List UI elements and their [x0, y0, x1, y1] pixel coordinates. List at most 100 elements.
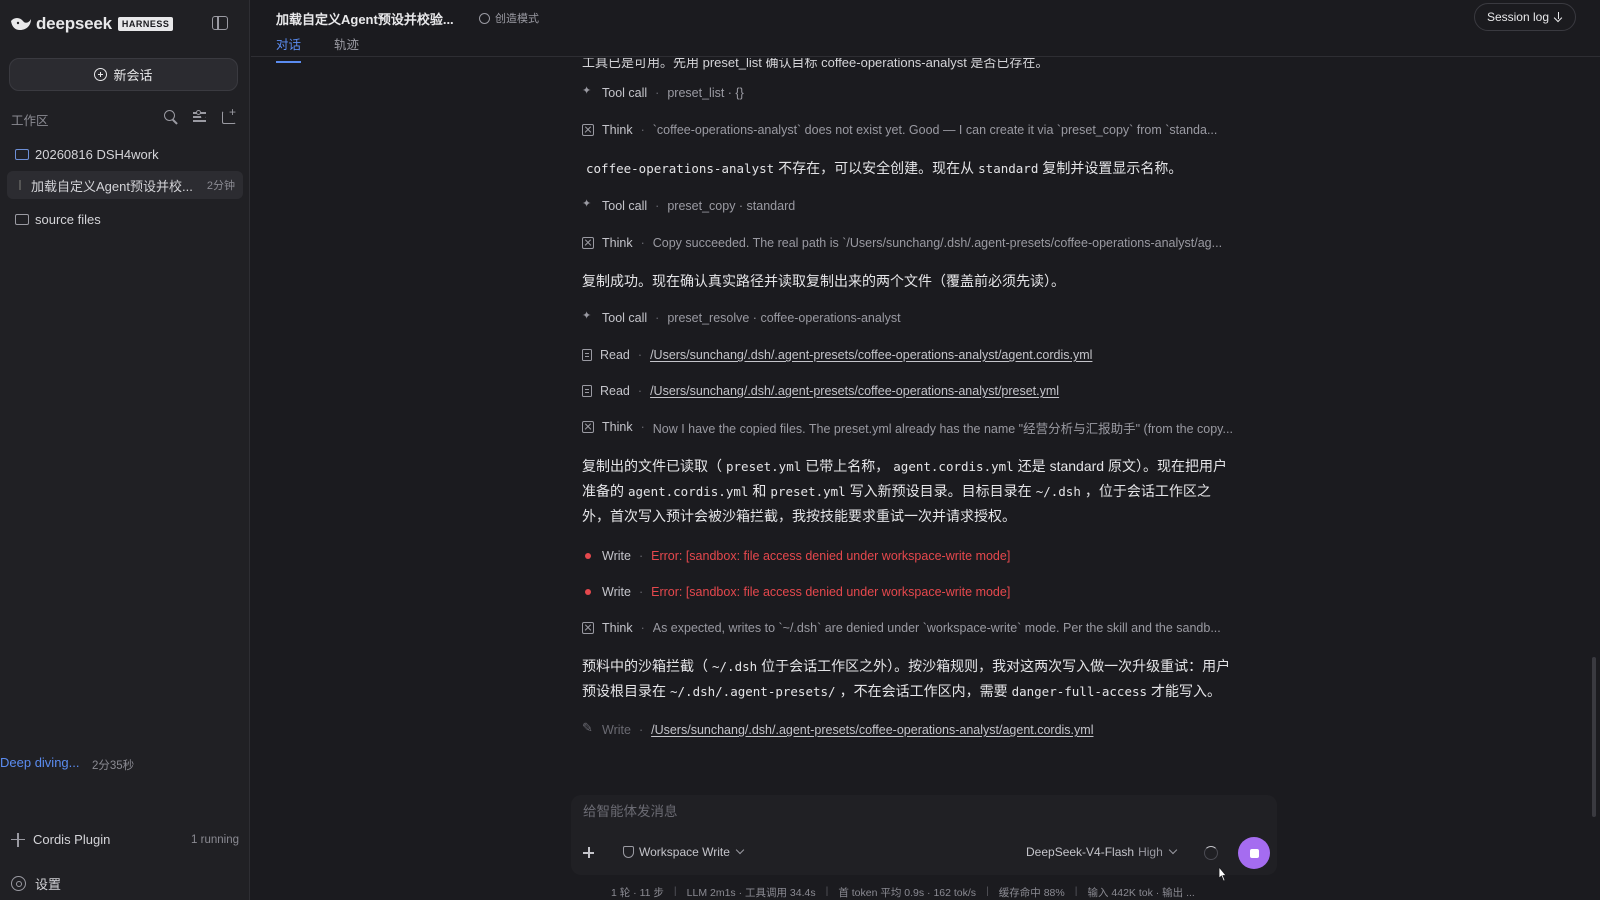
tab-chat[interactable]: 对话	[276, 34, 302, 63]
step-detail: preset_list · {}	[667, 86, 744, 100]
folder-icon	[15, 213, 29, 225]
step-separator: ·	[655, 86, 660, 100]
step-detail: preset_resolve · coffee-operations-analy…	[667, 311, 901, 325]
error-dot-icon	[585, 553, 591, 559]
pencil-icon	[582, 720, 594, 736]
message-text: 准备的	[582, 483, 624, 499]
document-icon	[582, 349, 592, 361]
step-separator: ·	[640, 420, 645, 434]
status-separator: |	[673, 885, 677, 897]
stop-icon	[1249, 848, 1259, 858]
tree-item-time: 2分钟	[206, 180, 235, 192]
assistant-message: 预料中的沙箱拦截（ ~/.dsh 位于会话工作区之外）。按沙箱规则，我对这两次写入做…	[582, 654, 1262, 704]
file-path-link[interactable]: /Users/sunchang/.dsh/.agent-presets/coff…	[650, 348, 1092, 362]
step-write-pending[interactable]: Write · /Users/sunchang/.dsh/.agent-pres…	[582, 720, 1262, 740]
model-select[interactable]: DeepSeek-V4-Flash High	[1026, 845, 1177, 859]
file-path-link[interactable]: /Users/sunchang/.dsh/.agent-presets/coff…	[650, 384, 1059, 398]
new-session-label: 新会话	[113, 68, 153, 83]
tab-trace[interactable]: 轨迹	[334, 34, 359, 63]
step-label: Read	[600, 384, 630, 398]
permission-select[interactable]: Workspace Write	[623, 845, 745, 859]
message-text: 复制出的文件已读取（	[582, 458, 722, 474]
step-separator: ·	[655, 199, 660, 213]
tree-item-label: 20260816 DSH4work	[35, 146, 159, 162]
message-text: 和	[752, 483, 767, 499]
status-timing: LLM 2m1s · 工具调用 34.4s	[686, 887, 816, 899]
clipped-message: 工具已是可用。先用 preset_list 确认目标 coffee-operat…	[582, 58, 1049, 70]
step-separator: ·	[655, 311, 660, 325]
step-think[interactable]: Think · `coffee-operations-analyst` does…	[582, 120, 1262, 140]
step-tool-call[interactable]: Tool call · preset_resolve · coffee-oper…	[582, 308, 1262, 328]
tree-item-workspace[interactable]: 20260816 DSH4work	[7, 140, 243, 168]
chevron-down-icon	[1168, 845, 1177, 855]
inline-code: ~/.dsh	[1035, 484, 1081, 499]
stop-button[interactable]	[1238, 837, 1270, 869]
mode-icon	[479, 12, 490, 24]
tree-item-label: 加载自定义Agent预设并校...	[31, 178, 193, 194]
step-think[interactable]: Think · Copy succeeded. The real path is…	[582, 233, 1262, 253]
message-text: 预料中的沙箱拦截（	[582, 658, 708, 674]
step-label: Think	[602, 621, 633, 635]
step-detail: preset_copy · standard	[667, 199, 796, 213]
step-label: Tool call	[602, 86, 648, 100]
new-folder-icon[interactable]	[221, 105, 237, 125]
model-name: DeepSeek-V4-Flash	[1026, 845, 1135, 859]
step-label: Write	[602, 549, 631, 563]
message-text: ，不在会话工作区内，需要	[839, 683, 1008, 699]
settings-button[interactable]: 设置	[11, 874, 61, 893]
message-text: 外，首次写入预计会被沙箱拦截，我按技能要求重试一次并请求授权。	[582, 508, 1016, 524]
plus-circle-icon	[94, 68, 108, 81]
status-cache: 缓存命中 88%	[998, 887, 1065, 899]
step-write-error[interactable]: Write · Error: [sandbox: file access den…	[582, 546, 1262, 566]
step-separator: ·	[637, 384, 643, 398]
message-input[interactable]	[583, 804, 1183, 819]
app-window: deepseek HARNESS 新会话 工作区 20260816 DSH4wo…	[0, 0, 1600, 900]
step-tool-call[interactable]: Tool call · preset_copy · standard	[582, 196, 1262, 216]
step-think[interactable]: Think · Now I have the copied files. The…	[582, 417, 1262, 437]
message-text: 复制并设置显示名称。	[1042, 160, 1183, 176]
step-think[interactable]: Think · As expected, writes to `~/.dsh` …	[582, 618, 1262, 638]
inline-code: preset.yml	[770, 484, 846, 499]
message-composer: Workspace Write DeepSeek-V4-Flash High	[571, 795, 1277, 875]
tree-item-session[interactable]: 加载自定义Agent预设并校... 2分钟	[7, 171, 243, 199]
plugin-label: Cordis Plugin	[33, 832, 111, 847]
message-text: 写入新预设目录。目标目录在	[849, 483, 1032, 499]
step-label: Tool call	[602, 311, 648, 325]
conversation-scrollbar[interactable]	[1592, 657, 1596, 817]
plugin-row[interactable]: Cordis Plugin 1 running	[11, 832, 239, 847]
plugin-status: 1 running	[191, 833, 239, 846]
message-text: 还是 standard 原文）。现在把用户	[1017, 458, 1227, 474]
step-write-error[interactable]: Write · Error: [sandbox: file access den…	[582, 582, 1262, 602]
step-separator: ·	[640, 236, 645, 250]
brand-name: deepseek	[36, 14, 112, 33]
conversation: 工具已是可用。先用 preset_list 确认目标 coffee-operat…	[582, 58, 1262, 788]
sparkle-icon	[582, 309, 594, 324]
session-log-button[interactable]: Session log	[1473, 3, 1576, 31]
effort-level: High	[1138, 845, 1163, 859]
permission-label: Workspace Write	[639, 845, 730, 859]
sidebar-toggle-icon[interactable]	[212, 16, 228, 30]
step-tool-call[interactable]: Tool call · preset_list · {}	[582, 83, 1262, 103]
step-separator: ·	[637, 348, 643, 362]
filter-icon[interactable]	[192, 109, 208, 125]
step-label: Think	[602, 123, 633, 137]
inline-code: preset.yml	[726, 459, 802, 474]
inline-code: ~/.dsh/.agent-presets/	[670, 684, 836, 699]
add-attachment-icon[interactable]	[581, 845, 597, 861]
search-icon[interactable]	[163, 109, 179, 125]
step-detail: As expected, writes to `~/.dsh` are deni…	[652, 621, 1221, 635]
new-session-button[interactable]: 新会话	[9, 58, 238, 91]
step-label: Write	[602, 723, 631, 737]
mode-badge[interactable]: 创造模式	[479, 10, 539, 26]
inline-code: agent.cordis.yml	[893, 459, 1014, 474]
tab-bar: 对话 轨迹	[276, 34, 359, 63]
file-path-link[interactable]: /Users/sunchang/.dsh/.agent-presets/coff…	[651, 723, 1093, 737]
step-label: Think	[602, 420, 633, 434]
shield-icon	[623, 846, 634, 858]
step-read[interactable]: Read · /Users/sunchang/.dsh/.agent-prese…	[582, 345, 1262, 365]
inline-code: agent.cordis.yml	[628, 484, 749, 499]
step-read[interactable]: Read · /Users/sunchang/.dsh/.agent-prese…	[582, 381, 1262, 401]
sparkle-icon	[582, 84, 594, 99]
settings-label: 设置	[35, 877, 62, 892]
tree-item-source-files[interactable]: source files	[7, 205, 243, 233]
